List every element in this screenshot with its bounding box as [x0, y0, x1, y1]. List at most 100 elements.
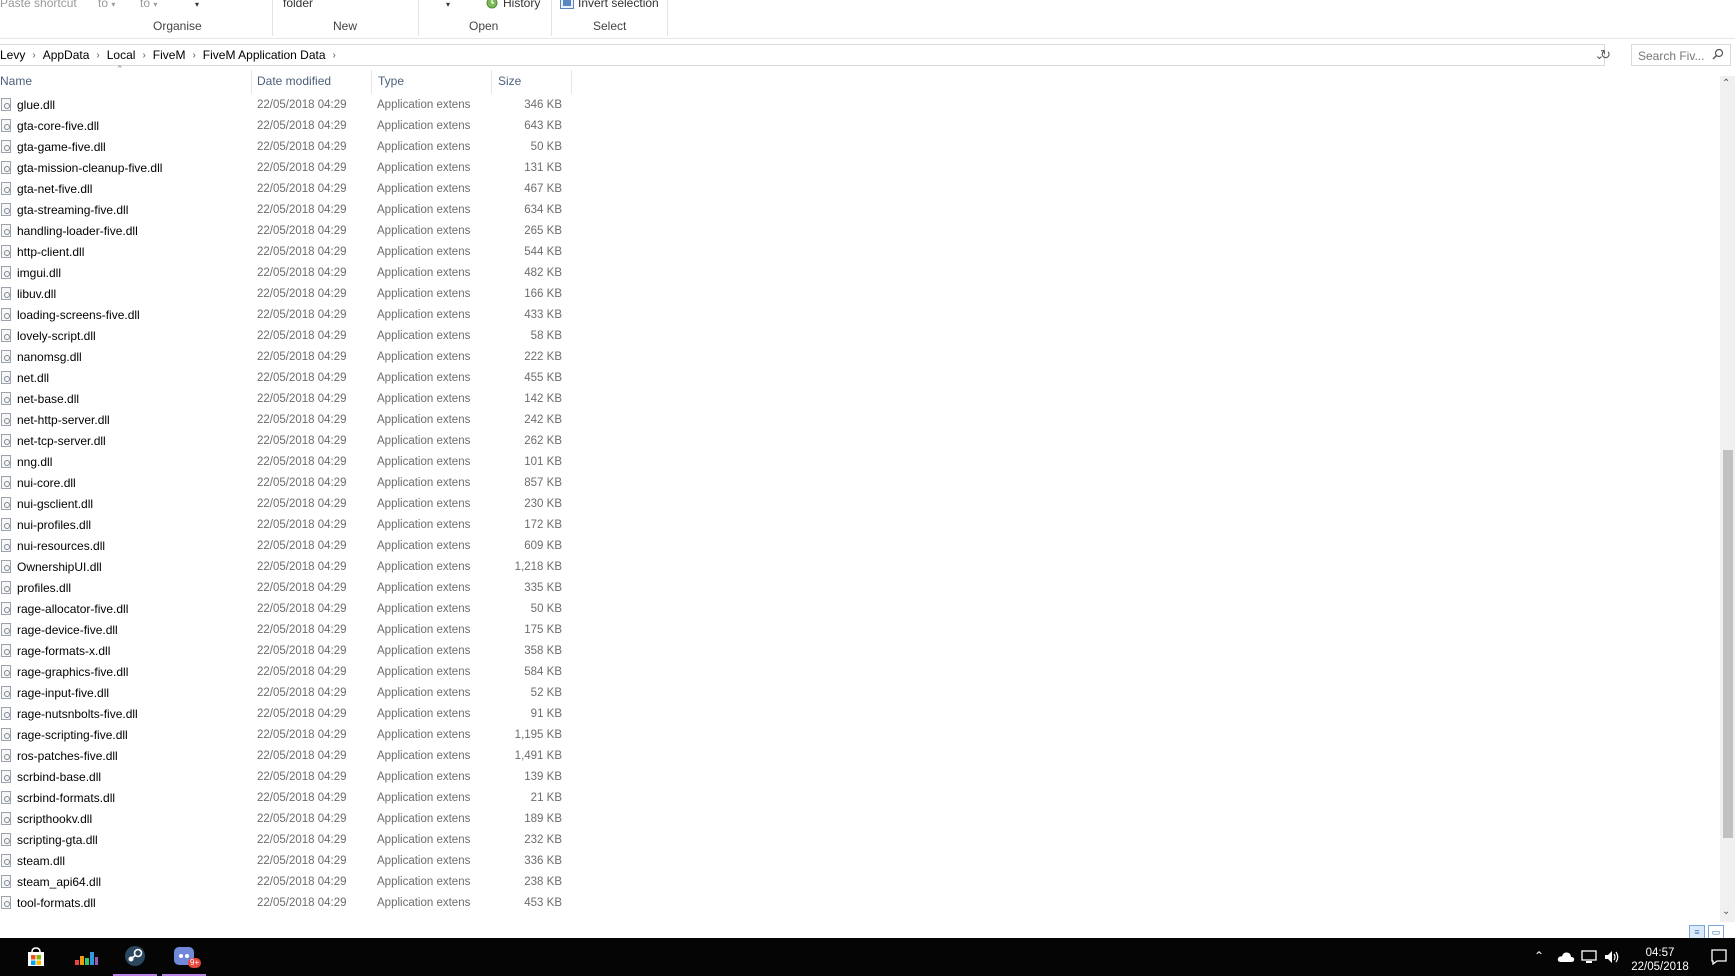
file-row[interactable]: nui-resources.dll 22/05/2018 04:29 Applica… — [0, 536, 580, 557]
file-row[interactable]: gta-net-five.dll 22/05/2018 04:29 Applicat… — [0, 179, 580, 200]
history-button[interactable]: History — [485, 0, 540, 10]
properties-dropdown-button[interactable]: ▾ — [446, 0, 450, 10]
file-row[interactable]: handling-loader-five.dll 22/05/2018 04:29… — [0, 221, 580, 242]
file-row[interactable]: OwnershipUI.dll 22/05/2018 04:29 Applicati… — [0, 557, 580, 578]
column-header-name[interactable]: Name — [0, 74, 32, 88]
file-name: rage-allocator-five.dll — [17, 602, 129, 616]
dll-file-icon — [1, 623, 11, 636]
file-row[interactable]: gta-core-five.dll 22/05/2018 04:29 Applica… — [0, 116, 580, 137]
new-folder-button[interactable]: folder — [283, 0, 313, 10]
file-row[interactable]: net.dll 22/05/2018 04:29 Application exten… — [0, 368, 580, 389]
file-name: nanomsg.dll — [17, 350, 82, 364]
paste-shortcut-button[interactable]: Paste shortcut — [0, 0, 77, 10]
file-row[interactable]: net-http-server.dll 22/05/2018 04:29 Appli… — [0, 410, 580, 431]
file-date-modified: 22/05/2018 04:29 — [257, 687, 347, 699]
dll-file-icon — [1, 119, 11, 132]
column-divider[interactable] — [491, 70, 492, 94]
file-row[interactable]: profiles.dll 22/05/2018 04:29 Application … — [0, 578, 580, 599]
column-divider[interactable] — [251, 70, 252, 94]
file-row[interactable]: http-client.dll 22/05/2018 04:29 Applicati… — [0, 242, 580, 263]
file-row[interactable]: nui-core.dll 22/05/2018 04:29 Application … — [0, 473, 580, 494]
chevron-right-icon[interactable]: › — [329, 50, 340, 61]
file-date-modified: 22/05/2018 04:29 — [257, 456, 347, 468]
file-row[interactable]: imgui.dll 22/05/2018 04:29 Application ext… — [0, 263, 580, 284]
breadcrumb-appdata[interactable]: AppData — [40, 48, 93, 62]
chevron-right-icon[interactable]: › — [188, 50, 199, 61]
copy-to-label: to — [140, 0, 151, 10]
chevron-right-icon[interactable]: › — [92, 50, 103, 61]
breadcrumb-levy[interactable]: Levy — [0, 48, 28, 62]
rename-dropdown-button[interactable]: ▾ — [195, 0, 199, 10]
show-hidden-icons-chevron-icon[interactable]: ⌃ — [1534, 949, 1544, 963]
file-row[interactable]: rage-graphics-five.dll 22/05/2018 04:29 Ap… — [0, 662, 580, 683]
search-input[interactable]: Search Fiv... — [1631, 44, 1731, 66]
dll-file-icon — [1, 308, 11, 321]
ribbon-divider — [272, 0, 273, 36]
file-size: 172 KB — [524, 519, 562, 531]
scrollbar-thumb[interactable] — [1723, 450, 1733, 838]
file-row[interactable]: nui-gsclient.dll 22/05/2018 04:29 Applicat… — [0, 494, 580, 515]
taskbar-steam[interactable] — [113, 938, 157, 976]
breadcrumb-fivem[interactable]: FiveM — [150, 48, 189, 62]
column-divider[interactable] — [371, 70, 372, 94]
taskbar-clock[interactable]: 04:57 22/05/2018 — [1625, 946, 1695, 974]
file-row[interactable]: rage-nutsnbolts-five.dll 22/05/2018 04:29… — [0, 704, 580, 725]
file-size: 1,218 KB — [514, 561, 562, 573]
file-row[interactable]: rage-input-five.dll 22/05/2018 04:29 Appli… — [0, 683, 580, 704]
network-icon[interactable] — [1581, 950, 1597, 964]
file-row[interactable]: libuv.dll 22/05/2018 04:29 Application ext… — [0, 284, 580, 305]
file-row[interactable]: nanomsg.dll 22/05/2018 04:29 Application e… — [0, 347, 580, 368]
volume-icon[interactable] — [1604, 950, 1620, 964]
large-icons-view-icon[interactable]: ▭ — [1708, 925, 1724, 939]
column-header-type[interactable]: Type — [378, 74, 404, 88]
file-row[interactable]: steam.dll 22/05/2018 04:29 Application ext… — [0, 851, 580, 872]
details-view-icon[interactable]: ≡ — [1689, 925, 1705, 939]
file-row[interactable]: scripting-gta.dll 22/05/2018 04:29 Applica… — [0, 830, 580, 851]
scroll-up-arrow-icon[interactable]: ⌃ — [1722, 78, 1730, 89]
copy-to-button[interactable]: to ▾ — [140, 0, 157, 10]
file-row[interactable]: rage-scripting-five.dll 22/05/2018 04:29 A… — [0, 725, 580, 746]
file-row[interactable]: lovely-script.dll 22/05/2018 04:29 Applica… — [0, 326, 580, 347]
file-row[interactable]: ros-patches-five.dll 22/05/2018 04:29 Appl… — [0, 746, 580, 767]
file-row[interactable]: loading-screens-five.dll 22/05/2018 04:29… — [0, 305, 580, 326]
scroll-down-arrow-icon[interactable]: ⌄ — [1722, 906, 1730, 917]
file-row[interactable]: nng.dll 22/05/2018 04:29 Application exten… — [0, 452, 580, 473]
file-row[interactable]: scrbind-formats.dll 22/05/2018 04:29 Appli… — [0, 788, 580, 809]
file-row[interactable]: scripthookv.dll 22/05/2018 04:29 Applicati… — [0, 809, 580, 830]
chevron-right-icon[interactable]: › — [28, 50, 39, 61]
file-row[interactable]: glue.dll 22/05/2018 04:29 Application exte… — [0, 95, 580, 116]
taskbar-deezer[interactable] — [64, 938, 108, 976]
dll-file-icon — [1, 455, 11, 468]
file-name: scrbind-formats.dll — [17, 791, 116, 805]
dll-file-icon — [1, 140, 11, 153]
breadcrumb-local[interactable]: Local — [104, 48, 139, 62]
file-row[interactable]: rage-device-five.dll 22/05/2018 04:29 Appl… — [0, 620, 580, 641]
onedrive-cloud-icon[interactable] — [1557, 951, 1575, 963]
file-type: Application extens — [377, 267, 471, 279]
file-row[interactable]: scrbind-base.dll 22/05/2018 04:29 Applicat… — [0, 767, 580, 788]
file-row[interactable]: steam_api64.dll 22/05/2018 04:29 Applicati… — [0, 872, 580, 893]
file-name: libuv.dll — [17, 287, 57, 301]
refresh-icon[interactable]: ↻ — [1600, 47, 1611, 63]
column-header-date-modified[interactable]: Date modified — [257, 74, 331, 88]
breadcrumb-fivem-application-data[interactable]: FiveM Application Data — [200, 48, 329, 62]
file-row[interactable]: net-base.dll 22/05/2018 04:29 Application … — [0, 389, 580, 410]
move-to-button[interactable]: to ▾ — [98, 0, 115, 10]
file-row[interactable]: rage-formats-x.dll 22/05/2018 04:29 Applic… — [0, 641, 580, 662]
file-row[interactable]: nui-profiles.dll 22/05/2018 04:29 Applicat… — [0, 515, 580, 536]
file-row[interactable]: gta-mission-cleanup-five.dll 22/05/2018 0… — [0, 158, 580, 179]
file-row[interactable]: net-tcp-server.dll 22/05/2018 04:29 Applic… — [0, 431, 580, 452]
file-row[interactable]: rage-allocator-five.dll 22/05/2018 04:29 A… — [0, 599, 580, 620]
file-row[interactable]: gta-streaming-five.dll 22/05/2018 04:29 Ap… — [0, 200, 580, 221]
taskbar-discord[interactable]: 9+ — [162, 938, 206, 976]
file-type: Application extens — [377, 246, 471, 258]
action-center-icon[interactable] — [1711, 949, 1727, 965]
file-row[interactable]: tool-formats.dll 22/05/2018 04:29 Applicat… — [0, 893, 580, 914]
file-row[interactable]: gta-game-five.dll 22/05/2018 04:29 Applica… — [0, 137, 580, 158]
taskbar-store[interactable] — [14, 938, 58, 976]
chevron-right-icon[interactable]: › — [138, 50, 149, 61]
address-bar[interactable]: Levy › AppData › Local › FiveM › FiveM A… — [0, 44, 1605, 66]
column-divider[interactable] — [571, 70, 572, 94]
invert-selection-button[interactable]: Invert selection — [560, 0, 659, 10]
column-header-size[interactable]: Size — [498, 74, 521, 88]
